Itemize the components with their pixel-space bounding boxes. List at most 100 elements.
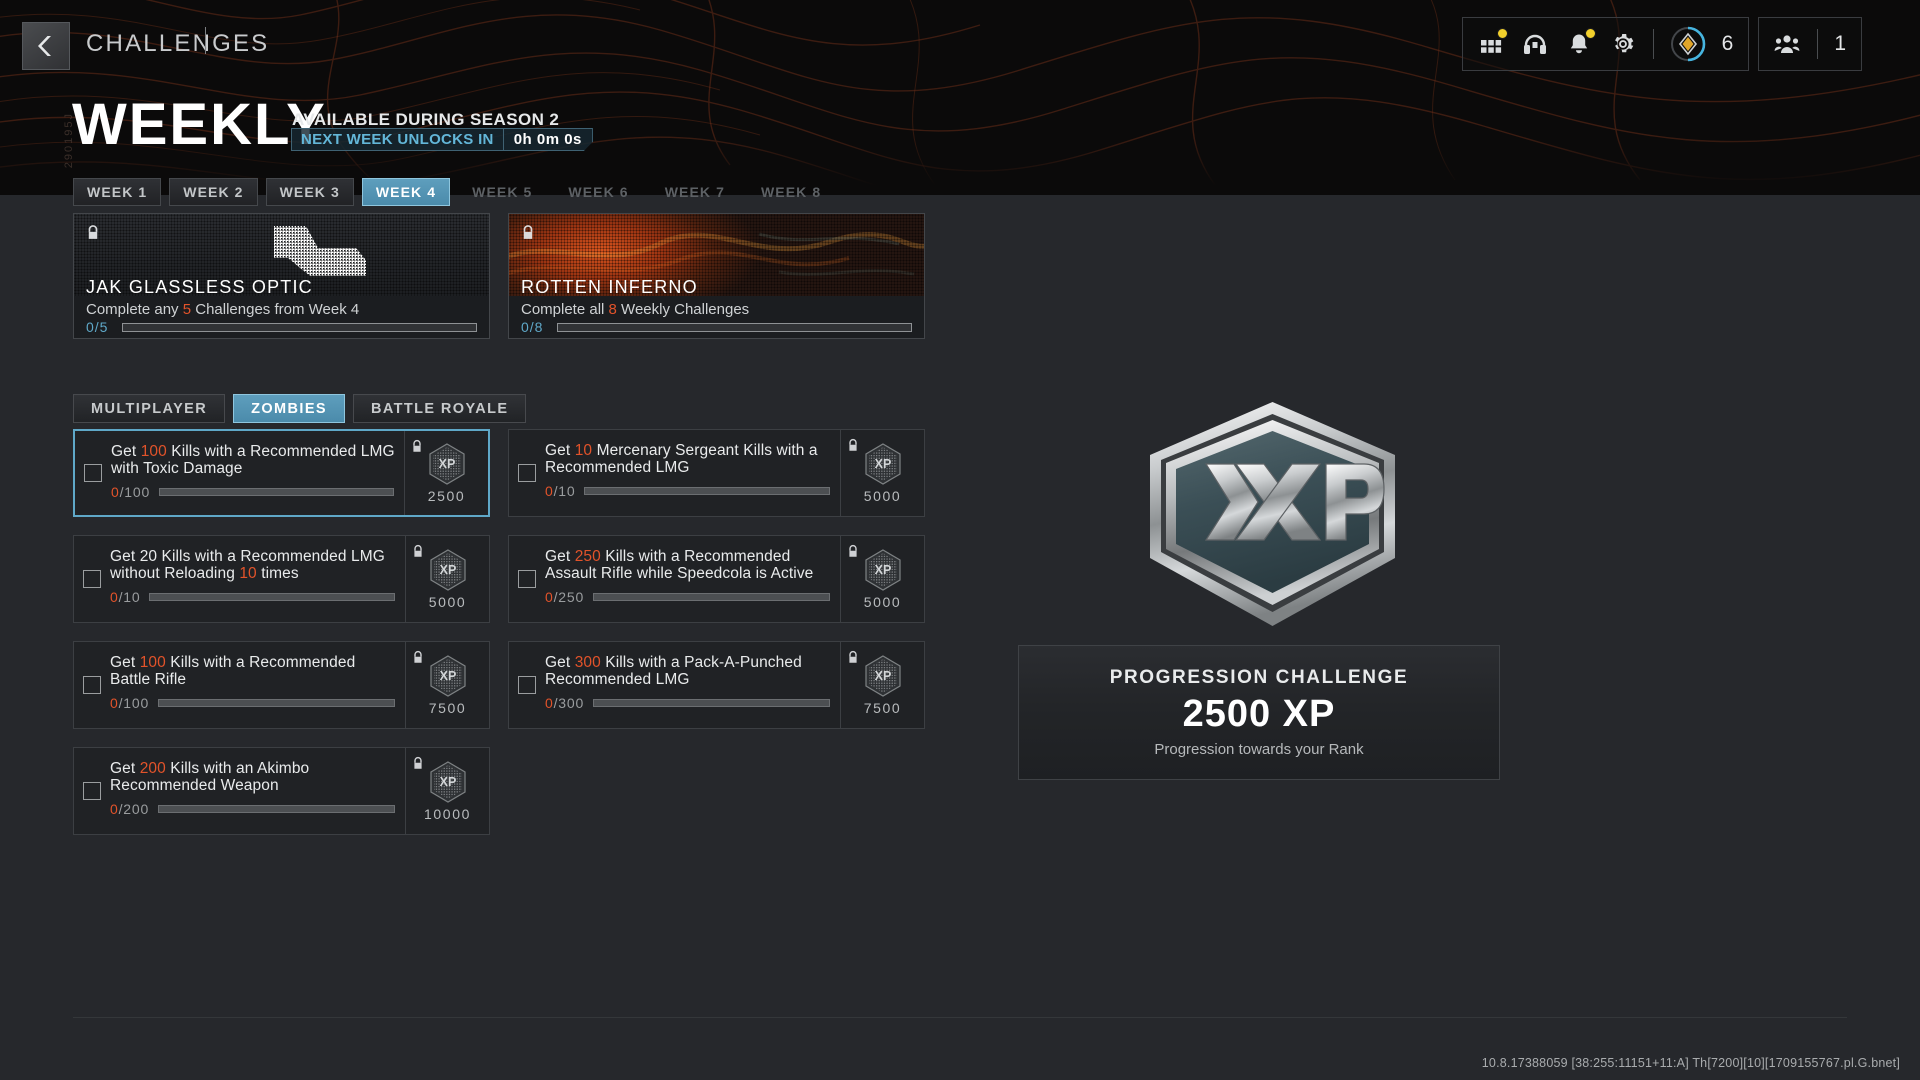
back-button[interactable] [22, 22, 70, 70]
challenge-progress-text: 0/250 [545, 589, 584, 605]
hud-divider [1817, 29, 1819, 59]
challenge-row[interactable]: Get 250 Kills with a Recommended Assault… [508, 535, 925, 623]
bell-notifications-icon[interactable] [1565, 28, 1596, 58]
lock-icon [412, 650, 424, 670]
challenge-total: /10 [553, 483, 576, 499]
svg-text:XP: XP [438, 457, 455, 471]
week-tab-label: WEEK 2 [183, 184, 244, 200]
reward-progress-bar [122, 322, 477, 332]
challenge-row[interactable]: Get 100 Kills with a Recommended LMG wit… [73, 429, 490, 517]
challenge-row[interactable]: Get 10 Mercenary Sergeant Kills with a R… [508, 429, 925, 517]
reward-progress-text: 0/5 [86, 319, 109, 335]
week-tab-3[interactable]: WEEK 3 [265, 178, 354, 206]
lock-icon [523, 225, 533, 239]
lock-icon [849, 651, 857, 663]
build-version-text: 10.8.17388059 [38:255:11151+11:A] Th[720… [1481, 1056, 1900, 1070]
highlight-number: 200 [139, 760, 166, 777]
week-tab-label: WEEK 3 [279, 184, 340, 200]
challenge-row[interactable]: Get 100 Kills with a Recommended Battle … [73, 641, 490, 729]
challenge-total: /300 [553, 695, 585, 711]
week-tab-7[interactable]: WEEK 7 [651, 178, 739, 206]
progression-title: PROGRESSION CHALLENGE [1109, 667, 1409, 689]
week-tab-6[interactable]: WEEK 6 [554, 178, 642, 206]
headphones-icon[interactable] [1521, 30, 1549, 58]
challenge-progress: 0/200 [110, 801, 399, 817]
challenge-row[interactable]: Get 20 Kills with a Recommended LMG with… [73, 535, 490, 623]
lock-icon [411, 439, 423, 459]
challenge-checkbox[interactable] [83, 570, 101, 588]
progression-challenge-panel: PROGRESSION CHALLENGE 2500 XP Progressio… [1018, 645, 1500, 780]
challenge-current: 0 [110, 589, 119, 605]
reward-card-2[interactable]: ROTTEN INFERNO Complete all 8 Weekly Chal… [508, 213, 925, 339]
reward-card-1[interactable]: JAK GLASSLESS OPTIC Complete any 5 Challe… [73, 213, 490, 339]
xp-amount: 5000 [863, 594, 902, 610]
week-tab-label: WEEK 6 [568, 184, 629, 200]
challenge-progress: 0/100 [111, 484, 398, 500]
week-tab-5[interactable]: WEEK 5 [458, 178, 546, 206]
week-tab-1[interactable]: WEEK 1 [73, 178, 162, 206]
svg-text:XP: XP [439, 563, 456, 577]
lock-icon [521, 224, 535, 247]
mode-tab-battle-royale[interactable]: BATTLE ROYALE [352, 394, 527, 423]
challenge-progress-text: 0/10 [110, 589, 140, 605]
challenge-checkbox[interactable] [83, 676, 101, 694]
challenge-checkbox-wrap [509, 536, 545, 622]
challenge-row[interactable]: Get 200 Kills with an Akimbo Recommended… [73, 747, 490, 835]
xp-amount: 7500 [863, 700, 902, 716]
lock-icon [414, 757, 422, 769]
mode-tab-zombies[interactable]: ZOMBIES [233, 394, 345, 423]
reward-card-description: Complete any 5 Challenges from Week 4 [86, 301, 360, 318]
lock-icon [847, 650, 859, 670]
challenge-progress-bar [159, 488, 394, 496]
challenge-body: Get 10 Mercenary Sergeant Kills with a R… [545, 430, 840, 516]
challenge-progress-bar [593, 699, 830, 707]
week-tab-4[interactable]: WEEK 4 [361, 178, 451, 206]
challenge-row[interactable]: Get 300 Kills with a Pack-A-Punched Reco… [508, 641, 925, 729]
challenge-description: Get 10 Mercenary Sergeant Kills with a R… [545, 442, 818, 476]
top-header-bar: CHALLENGES 6 1 290195J WEEKLY AVAILABLE … [0, 0, 1920, 195]
hud-main-group: 6 [1461, 17, 1750, 71]
bottom-divider [73, 1017, 1847, 1018]
challenge-progress: 0/250 [545, 589, 834, 605]
reward-card-progress: 0/5 [86, 319, 477, 335]
grid-apps-icon[interactable] [1477, 28, 1508, 58]
gear-settings-icon[interactable] [1609, 30, 1637, 58]
challenge-checkbox[interactable] [518, 570, 536, 588]
diamond-rank-icon[interactable] [1670, 26, 1706, 62]
squad-party-icon[interactable] [1773, 30, 1801, 58]
chevron-left-icon [38, 36, 51, 56]
challenge-checkbox[interactable] [83, 782, 101, 800]
week-tab-2[interactable]: WEEK 2 [169, 178, 258, 206]
challenge-progress: 0/10 [545, 483, 834, 499]
xp-badge-icon: XP [863, 654, 903, 698]
challenge-reward: XP 7500 [405, 642, 489, 728]
challenge-description: Get 20 Kills with a Recommended LMG with… [110, 548, 385, 582]
challenge-checkbox[interactable] [518, 464, 536, 482]
challenge-body: Get 20 Kills with a Recommended LMG with… [110, 536, 405, 622]
party-size: 1 [1834, 32, 1847, 55]
challenge-checkbox-wrap [74, 642, 110, 728]
challenge-progress-text: 0/10 [545, 483, 575, 499]
notification-badge [1496, 28, 1508, 39]
lock-icon [414, 545, 422, 557]
xp-badge-icon: XP [428, 654, 468, 698]
challenge-checkbox[interactable] [84, 464, 102, 482]
week-tab-8[interactable]: WEEK 8 [747, 178, 835, 206]
challenge-description: Get 300 Kills with a Pack-A-Punched Reco… [545, 654, 802, 688]
svg-text:XP: XP [439, 775, 456, 789]
challenge-progress-bar [584, 487, 830, 495]
lock-icon [849, 439, 857, 451]
challenge-checkbox[interactable] [518, 676, 536, 694]
mode-tab-label: ZOMBIES [251, 400, 327, 417]
week-tab-bar: WEEK 1 WEEK 2 WEEK 3 WEEK 4 WEEK 5 WEEK 6 WEEK… [73, 178, 835, 206]
xp-amount: 10000 [424, 806, 471, 822]
challenge-body: Get 300 Kills with a Pack-A-Punched Reco… [545, 642, 840, 728]
xp-badge-icon: XP [863, 442, 903, 486]
mode-tab-multiplayer[interactable]: MULTIPLAYER [73, 394, 226, 423]
hud-divider [1652, 29, 1654, 59]
reward-card-progress: 0/8 [521, 319, 912, 335]
challenge-current: 0 [545, 589, 554, 605]
svg-text:XP: XP [874, 669, 891, 683]
challenge-current: 0 [111, 484, 120, 500]
lock-icon [412, 544, 424, 564]
